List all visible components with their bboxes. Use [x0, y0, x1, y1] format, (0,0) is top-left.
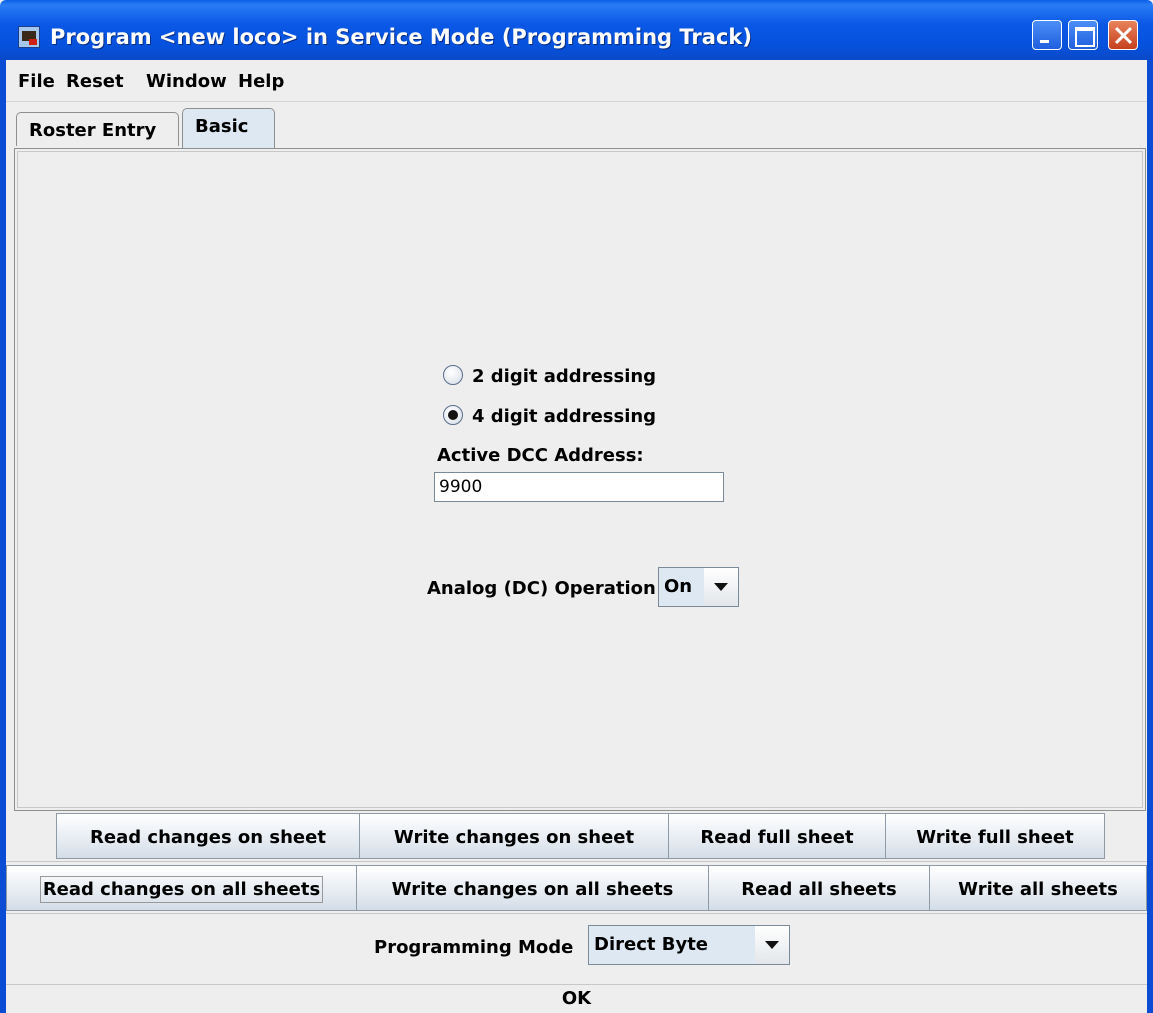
radio-4-digit-label: 4 digit addressing [472, 406, 657, 427]
close-button[interactable] [1108, 20, 1138, 50]
menu-bar: File Reset Window Help [6, 60, 1147, 102]
tab-basic[interactable]: Basic [182, 108, 275, 148]
write-full-sheet-button[interactable]: Write full sheet [885, 813, 1105, 859]
title-bar[interactable]: Program <new loco> in Service Mode (Prog… [0, 0, 1153, 60]
separator [6, 913, 1147, 914]
programming-mode-select[interactable]: Direct Byte [588, 925, 790, 965]
window-title: Program <new loco> in Service Mode (Prog… [50, 25, 752, 49]
menu-window[interactable]: Window [146, 71, 227, 92]
programming-mode-label: Programming Mode [374, 937, 574, 958]
locomotive-icon [18, 26, 40, 48]
window-frame-right [1147, 60, 1153, 1013]
status-bar: OK [6, 984, 1147, 1013]
tab-roster-entry[interactable]: Roster Entry [16, 112, 179, 146]
maximize-button[interactable] [1068, 20, 1098, 50]
write-changes-on-sheet-button[interactable]: Write changes on sheet [359, 813, 669, 859]
analog-operation-label: Analog (DC) Operation [427, 578, 656, 599]
write-all-sheets-button[interactable]: Write all sheets [929, 865, 1147, 911]
radio-2-digit-label: 2 digit addressing [472, 366, 657, 387]
radio-2-digit-addressing[interactable] [443, 365, 463, 385]
read-full-sheet-button[interactable]: Read full sheet [668, 813, 886, 859]
minimize-button[interactable] [1032, 20, 1062, 50]
analog-operation-select[interactable]: On [658, 567, 739, 607]
read-all-sheets-button[interactable]: Read all sheets [708, 865, 930, 911]
separator [6, 861, 1147, 862]
dcc-address-label: Active DCC Address: [437, 445, 644, 466]
chevron-down-icon[interactable] [704, 568, 738, 606]
menu-file[interactable]: File [18, 71, 55, 92]
menu-reset[interactable]: Reset [66, 71, 124, 92]
chevron-down-icon[interactable] [755, 926, 789, 964]
write-changes-on-all-sheets-button[interactable]: Write changes on all sheets [356, 865, 709, 911]
menu-help[interactable]: Help [238, 71, 284, 92]
dcc-address-field[interactable] [434, 472, 724, 502]
radio-4-digit-addressing[interactable] [443, 405, 463, 425]
read-changes-on-all-sheets-button[interactable]: Read changes on all sheets [6, 865, 357, 911]
read-changes-on-sheet-button[interactable]: Read changes on sheet [56, 813, 360, 859]
programming-mode-value: Direct Byte [589, 926, 756, 964]
analog-operation-value: On [659, 568, 705, 606]
